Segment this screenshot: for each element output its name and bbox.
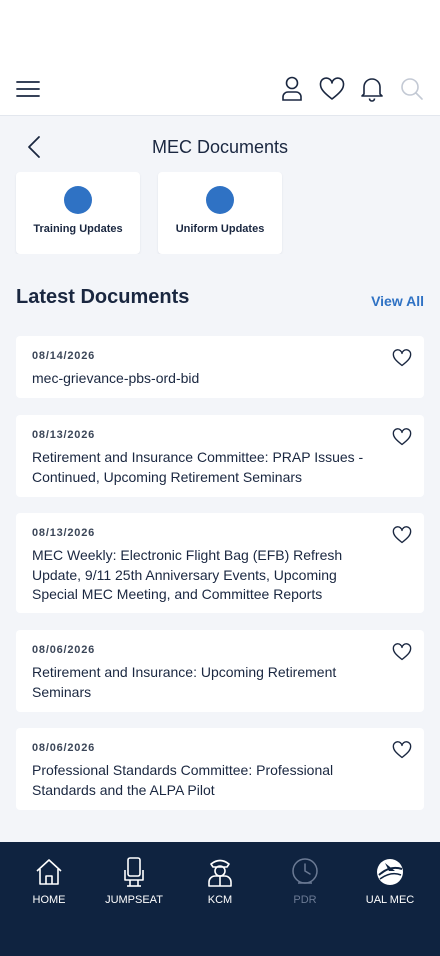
favorite-heart-icon[interactable] — [386, 342, 418, 374]
page-header: MEC Documents — [0, 117, 440, 177]
bell-icon[interactable] — [356, 73, 388, 105]
document-date: 08/13/2026 — [32, 429, 96, 441]
page-title: MEC Documents — [151, 137, 289, 157]
nav-item-ual-mec[interactable]: UAL MEC — [346, 854, 434, 914]
document-date: 08/06/2026 — [32, 644, 96, 656]
document-card[interactable]: 08/06/2026 Professional Standards Commit… — [16, 728, 424, 810]
nav-label: KCM — [207, 894, 233, 906]
latest-documents-header: Latest Documents View All — [16, 286, 424, 314]
nav-label: PDR — [293, 894, 317, 906]
nav-item-home[interactable]: HOME — [5, 854, 93, 914]
home-icon — [31, 854, 67, 890]
category-card-training-updates[interactable]: Training Updates — [16, 172, 140, 254]
favorite-heart-icon[interactable] — [386, 421, 418, 453]
document-date: 08/06/2026 — [32, 742, 96, 754]
nav-label: JUMPSEAT — [105, 894, 163, 906]
document-title: Professional Standards Committee: Profes… — [32, 762, 334, 798]
category-icon — [206, 186, 234, 214]
heart-icon[interactable] — [316, 73, 348, 105]
nav-item-pdr[interactable]: PDR — [261, 854, 349, 914]
document-title: MEC Weekly: Electronic Flight Bag (EFB) … — [32, 547, 343, 602]
nav-item-kcm[interactable]: KCM — [176, 854, 264, 914]
status-bar-area — [0, 0, 440, 62]
category-label: Training Updates — [33, 223, 123, 235]
category-icon — [64, 186, 92, 214]
nav-label: UAL MEC — [365, 894, 415, 906]
category-card-uniform-updates[interactable]: Uniform Updates — [158, 172, 282, 254]
document-card[interactable]: 08/13/2026 MEC Weekly: Electronic Flight… — [16, 513, 424, 613]
favorite-heart-icon[interactable] — [386, 636, 418, 668]
document-card[interactable]: 08/14/2026 mec-grievance-pbs-ord-bid — [16, 336, 424, 398]
document-title: mec-grievance-pbs-ord-bid — [32, 370, 200, 386]
nav-item-jumpseat[interactable]: JUMPSEAT — [90, 854, 178, 914]
search-icon[interactable] — [396, 73, 428, 105]
category-label: Uniform Updates — [175, 223, 265, 235]
document-title: Retirement and Insurance: Upcoming Retir… — [32, 664, 337, 700]
user-icon[interactable] — [276, 73, 308, 105]
pilot-icon — [202, 854, 238, 890]
document-card[interactable]: 08/06/2026 Retirement and Insurance: Upc… — [16, 630, 424, 712]
nav-label: HOME — [32, 894, 66, 906]
bottom-navigation: HOME JUMPSEAT KCM PDR UAL MEC — [0, 842, 440, 956]
document-date: 08/13/2026 — [32, 527, 96, 539]
document-card[interactable]: 08/13/2026 Retirement and Insurance Comm… — [16, 415, 424, 497]
favorite-heart-icon[interactable] — [386, 519, 418, 551]
category-carousel[interactable]: Training Updates Uniform Updates — [0, 172, 440, 254]
view-all-link[interactable]: View All — [371, 293, 424, 309]
seat-icon — [116, 854, 152, 890]
document-date: 08/14/2026 — [32, 350, 96, 362]
globe-logo-icon — [372, 854, 408, 890]
document-title: Retirement and Insurance Committee: PRAP… — [32, 449, 364, 485]
top-app-bar — [0, 62, 440, 116]
favorite-heart-icon[interactable] — [386, 734, 418, 766]
clock-globe-icon — [287, 854, 323, 890]
section-title: Latest Documents — [16, 286, 190, 308]
hamburger-menu-icon[interactable] — [12, 73, 44, 105]
